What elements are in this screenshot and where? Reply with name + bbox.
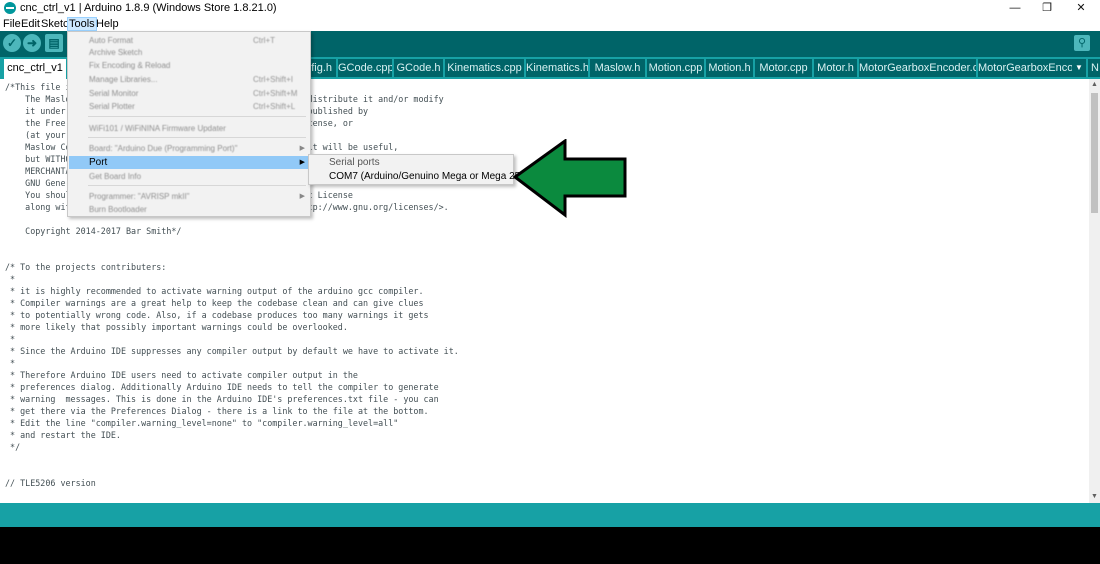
tab-gcode-cpp[interactable]: GCode.cpp (338, 59, 392, 77)
tab-truncated[interactable]: N (1088, 59, 1100, 77)
scrollbar-thumb[interactable] (1091, 93, 1098, 213)
menu-separator (88, 185, 306, 186)
submenu-arrow-icon: ▶ (299, 159, 305, 166)
right-arrow-icon: ➜ (26, 36, 38, 50)
menu-item-board[interactable]: Board: "Arduino Due (Programming Port)" … (69, 143, 309, 155)
verify-button[interactable]: ✓ (3, 34, 21, 52)
scroll-down-icon[interactable]: ▼ (1089, 491, 1100, 503)
tools-menu: Auto Format Ctrl+T Archive Sketch Fix En… (67, 31, 311, 217)
window-title: cnc_ctrl_v1 | Arduino 1.8.9 (Windows Sto… (20, 2, 277, 14)
submenu-arrow-icon: ▶ (299, 145, 305, 152)
scroll-up-icon[interactable]: ▲ (1089, 79, 1100, 91)
green-arrow-icon (513, 139, 627, 219)
tab-motion-cpp[interactable]: Motion.cpp (647, 59, 704, 77)
menu-item-manage-libraries[interactable]: Manage Libraries... Ctrl+Shift+I (69, 74, 309, 86)
tab-kinematics-cpp[interactable]: Kinematics.cpp (445, 59, 524, 77)
tab-motorgearboxencoder-cpp[interactable]: MotorGearboxEncoder.cpp (859, 59, 976, 77)
port-submenu: Serial ports COM7 (Arduino/Genuino Mega … (308, 154, 535, 185)
editor-vertical-scrollbar[interactable]: ▲ ▼ (1089, 79, 1100, 503)
menu-item-get-board-info[interactable]: Get Board Info (69, 171, 309, 183)
tab-overflow-dropdown[interactable]: ▼ (1072, 59, 1086, 77)
menu-edit[interactable]: Edit (20, 17, 41, 31)
menu-item-programmer[interactable]: Programmer: "AVRISP mkII" ▶ (69, 191, 309, 203)
menu-bar: File Edit Sketch Tools Help (0, 17, 1100, 31)
menu-item-serial-plotter[interactable]: Serial Plotter Ctrl+Shift+L (69, 101, 309, 113)
tab-motor-cpp[interactable]: Motor.cpp (755, 59, 812, 77)
serial-monitor-button[interactable]: ⚲ (1074, 35, 1090, 51)
menu-item-fix-encoding[interactable]: Fix Encoding & Reload (69, 60, 309, 72)
magnifier-icon: ⚲ (1077, 37, 1087, 49)
tab-maslow-h[interactable]: Maslow.h (590, 59, 645, 77)
tab-kinematics-h[interactable]: Kinematics.h (526, 59, 588, 77)
document-icon: ▤ (48, 36, 60, 50)
tab-cnc-ctrl-v1[interactable]: cnc_ctrl_v1 (4, 59, 66, 79)
title-bar: cnc_ctrl_v1 | Arduino 1.8.9 (Windows Sto… (0, 0, 1100, 17)
menu-item-burn-bootloader[interactable]: Burn Bootloader (69, 204, 309, 216)
menu-separator (88, 116, 306, 117)
menu-item-port[interactable]: Port ▶ (69, 156, 309, 169)
menu-tools[interactable]: Tools (67, 17, 97, 31)
menu-item-firmware-updater[interactable]: WiFi101 / WiFiNINA Firmware Updater (69, 123, 309, 135)
menu-item-serial-monitor[interactable]: Serial Monitor Ctrl+Shift+M (69, 88, 309, 100)
serial-ports-header: Serial ports (329, 157, 380, 168)
upload-button[interactable]: ➜ (23, 34, 41, 52)
tab-motorgearboxencoder-h[interactable]: MotorGearboxEncoder (978, 59, 1072, 77)
menu-item-auto-format[interactable]: Auto Format Ctrl+T (69, 35, 309, 47)
port-option-com7[interactable]: COM7 (Arduino/Genuino Mega or Mega 2560) (329, 171, 535, 182)
status-bar (0, 503, 1100, 527)
menu-separator (88, 137, 306, 138)
close-button[interactable]: ✕ (1058, 0, 1100, 17)
menu-item-archive-sketch[interactable]: Archive Sketch (69, 47, 309, 59)
checkmark-icon: ✓ (6, 36, 18, 50)
menu-file[interactable]: File (2, 17, 22, 31)
tab-motor-h[interactable]: Motor.h (814, 59, 857, 77)
chevron-down-icon: ▼ (1075, 63, 1083, 72)
tab-gcode-h[interactable]: GCode.h (394, 59, 443, 77)
console-output (0, 527, 1100, 564)
tab-motion-h[interactable]: Motion.h (706, 59, 753, 77)
new-sketch-button[interactable]: ▤ (45, 34, 63, 52)
menu-help[interactable]: Help (95, 17, 120, 31)
submenu-arrow-icon: ▶ (299, 193, 305, 200)
arduino-logo-icon (4, 2, 16, 14)
